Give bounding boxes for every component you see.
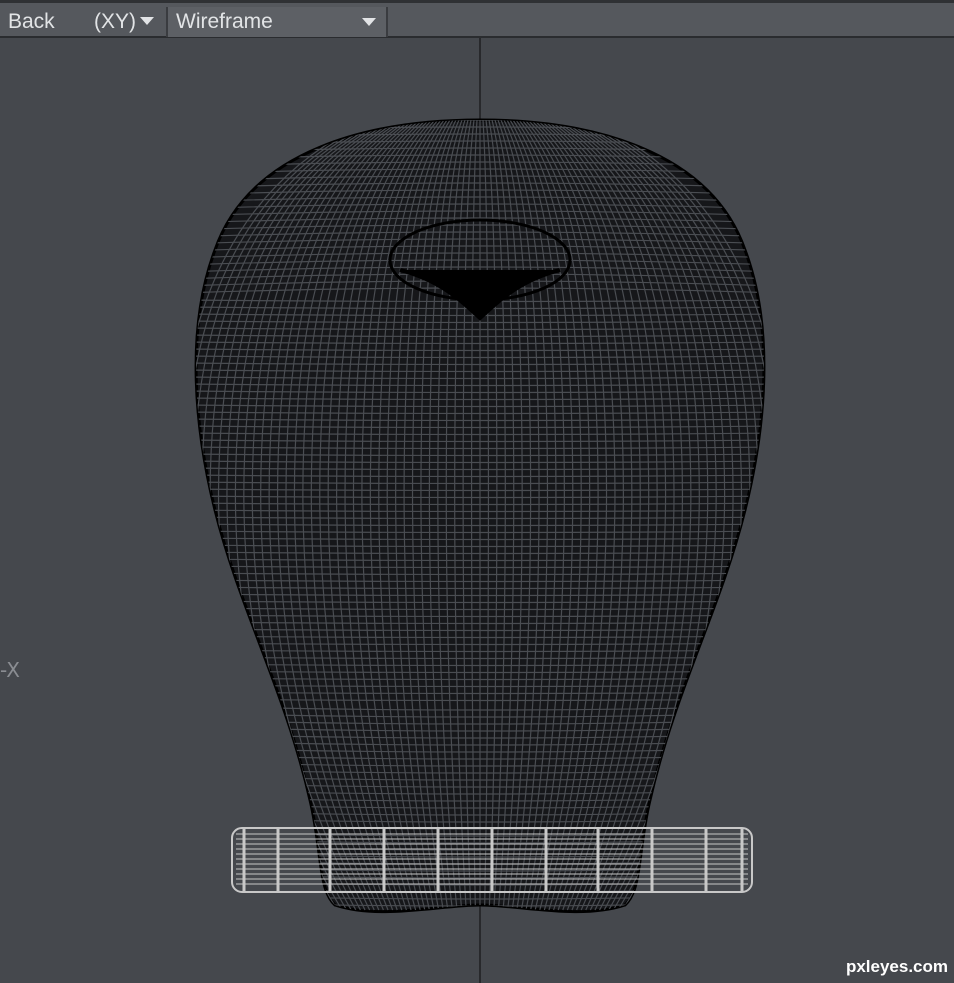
watermark: pxleyes.com	[845, 957, 948, 976]
projection-label: (XY)	[94, 10, 136, 33]
ring-mesh	[231, 827, 753, 893]
chevron-down-icon	[140, 17, 154, 25]
axis-marker-x: -X	[0, 658, 20, 682]
projection-dropdown[interactable]: (XY)	[94, 7, 154, 37]
3d-viewport[interactable]: -X pxleyes.com	[0, 38, 954, 983]
view-name-label[interactable]: Back	[8, 7, 55, 37]
chevron-down-icon	[362, 18, 376, 26]
render-mode-label: Wireframe	[176, 10, 273, 33]
render-mode-dropdown[interactable]: Wireframe	[166, 7, 388, 37]
wireframe-canvas	[194, 38, 766, 983]
viewport-toolbar: Back (XY) Wireframe	[0, 0, 954, 38]
